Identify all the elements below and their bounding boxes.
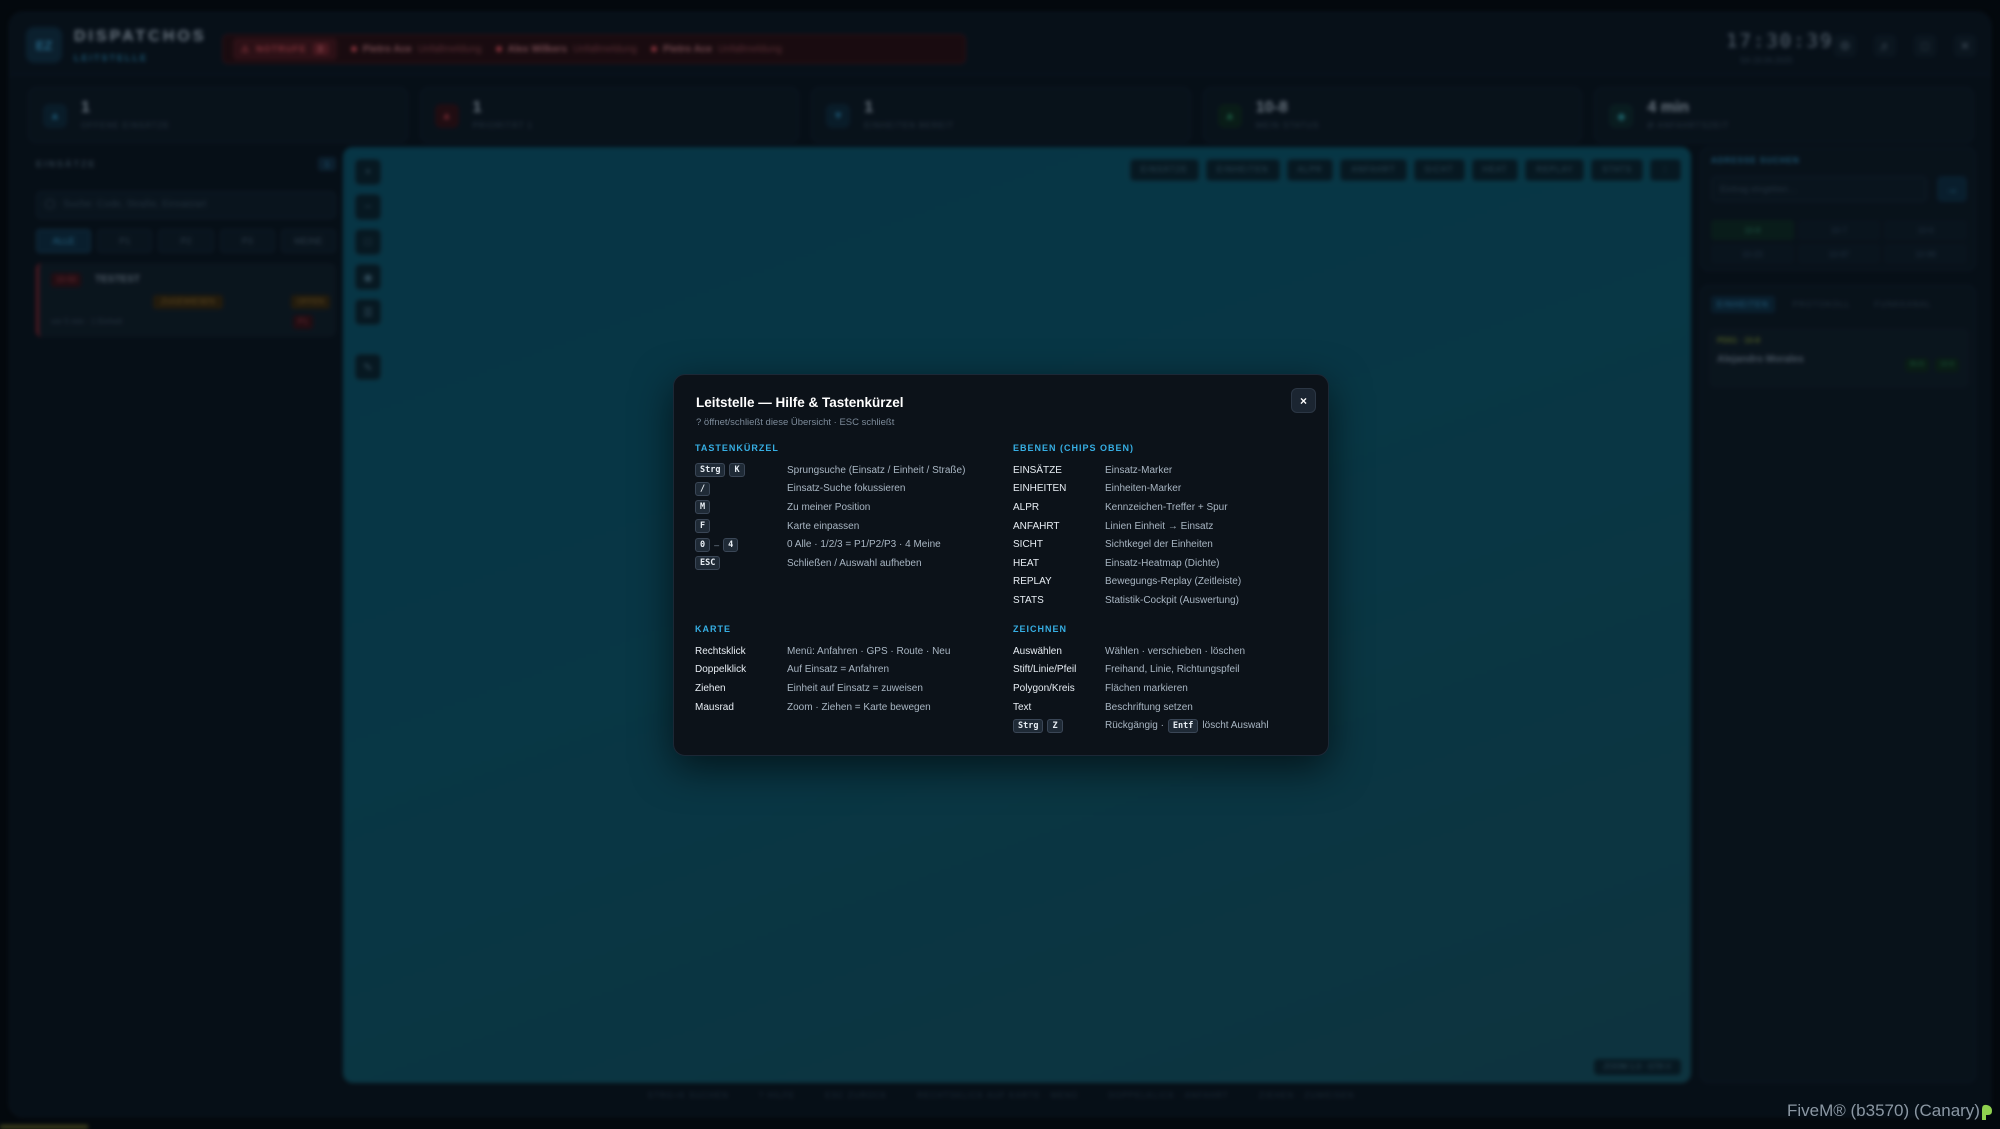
key-cap: K — [729, 463, 745, 478]
map-action-row: Mausrad Zoom · Ziehen = Karte bewegen — [695, 698, 995, 717]
drawing-section: ZEICHNEN Auswählen Wählen · verschieben ·… — [1013, 624, 1313, 735]
modal-subtitle: ? öffnet/schließt diese Übersicht · ESC … — [696, 417, 895, 428]
tool-desc: Freihand, Linie, Richtungspfeil — [1105, 664, 1240, 676]
key-cap: 4 — [723, 537, 739, 552]
layer-row: HEAT Einsatz-Heatmap (Dichte) — [1013, 554, 1313, 573]
key-cap: / — [695, 481, 711, 496]
tool-name: Text — [1013, 701, 1032, 713]
layer-row: EINSÄTZE Einsatz-Marker — [1013, 461, 1313, 480]
shortcut-row: Strg K Sprungsuche (Einsatz / Einheit / S… — [695, 461, 995, 480]
drawing-row: Stift/Linie/Pfeil Freihand, Linie, Richtu… — [1013, 661, 1313, 680]
delete-desc: löscht Auswahl — [1202, 720, 1269, 732]
layer-name: EINSÄTZE — [1013, 464, 1062, 476]
tool-desc: Beschriftung setzen — [1105, 701, 1193, 713]
drawing-row: Text Beschriftung setzen — [1013, 698, 1313, 717]
layer-row: EINHEITEN Einheiten-Marker — [1013, 480, 1313, 499]
shortcut-desc: Sprungsuche (Einsatz / Einheit / Straße) — [787, 464, 966, 476]
shortcut-desc: Schließen / Auswahl aufheben — [787, 557, 922, 569]
shortcut-desc: Zu meiner Position — [787, 501, 871, 513]
drawing-row: Auswählen Wählen · verschieben · löschen — [1013, 642, 1313, 661]
action-name: Ziehen — [695, 682, 726, 694]
layer-desc: Statistik-Cockpit (Auswertung) — [1105, 594, 1239, 606]
layer-desc: Einsatz-Marker — [1105, 464, 1173, 476]
key-cap: Strg — [1013, 718, 1044, 733]
key-cap: F — [695, 519, 711, 534]
layer-name: ALPR — [1013, 501, 1040, 513]
key-cap: ESC — [695, 556, 721, 571]
layer-desc: Kennzeichen-Treffer + Spur — [1105, 501, 1228, 513]
layer-row: REPLAY Bewegungs-Replay (Zeitleiste) — [1013, 573, 1313, 592]
key-cap: 0 — [695, 537, 711, 552]
layer-desc: Einheiten-Marker — [1105, 483, 1182, 495]
key-cap: Strg — [695, 463, 726, 478]
layer-row: SICHT Sichtkegel der Einheiten — [1013, 535, 1313, 554]
layer-row: ANFAHRT Linien Einheit → Einsatz — [1013, 517, 1313, 536]
fivem-version-label: FiveM® (b3570) (Canary) — [1787, 1101, 1980, 1120]
layer-name: REPLAY — [1013, 576, 1052, 588]
layer-desc: Einsatz-Heatmap (Dichte) — [1105, 557, 1220, 569]
section-heading: TASTENKÜRZEL — [695, 443, 779, 453]
key-cap: Entf — [1167, 718, 1199, 733]
layer-name: EINHEITEN — [1013, 483, 1067, 495]
tool-desc: Wählen · verschieben · löschen — [1105, 645, 1246, 657]
shortcut-row: / Einsatz-Suche fokussieren — [695, 480, 995, 499]
action-desc: Auf Einsatz = Anfahren — [787, 664, 890, 676]
shortcut-row: F Karte einpassen — [695, 517, 995, 536]
shortcut-desc: Karte einpassen — [787, 520, 860, 532]
shortcut-row: ESC Schließen / Auswahl aufheben — [695, 554, 995, 573]
map-action-row: Ziehen Einheit auf Einsatz = zuweisen — [695, 679, 995, 698]
fivem-logo-icon — [1982, 1104, 1992, 1120]
shortcut-row: 0–4 0 Alle · 1/2/3 = P1/P2/P3 · 4 Meine — [695, 535, 995, 554]
shortcut-desc: 0 Alle · 1/2/3 = P1/P2/P3 · 4 Meine — [787, 539, 941, 551]
layer-name: SICHT — [1013, 539, 1043, 551]
layer-desc: Bewegungs-Replay (Zeitleiste) — [1105, 576, 1242, 588]
action-desc: Einheit auf Einsatz = zuweisen — [787, 682, 923, 694]
key-separator: – — [714, 539, 720, 550]
tool-desc: Flächen markieren — [1105, 682, 1188, 694]
help-modal: Leitstelle — Hilfe & Tastenkürzel ? öffn… — [673, 374, 1329, 756]
layer-name: ANFAHRT — [1013, 520, 1060, 532]
drawing-row: Polygon/Kreis Flächen markieren — [1013, 679, 1313, 698]
layers-section: EBENEN (CHIPS OBEN) EINSÄTZE Einsatz-Mark… — [1013, 443, 1313, 610]
layer-desc: Sichtkegel der Einheiten — [1105, 539, 1213, 551]
map-action-row: Rechtsklick Menü: Anfahren · GPS · Route … — [695, 642, 995, 661]
shortcut-desc: Einsatz-Suche fokussieren — [787, 483, 906, 495]
shortcut-row: M Zu meiner Position — [695, 498, 995, 517]
section-heading: KARTE — [695, 624, 731, 634]
drawing-row: Strg Z Rückgängig · Entf löscht Auswahl — [1013, 716, 1313, 735]
map-section: KARTE Rechtsklick Menü: Anfahren · GPS · … — [695, 624, 995, 716]
close-button[interactable]: × — [1291, 388, 1316, 413]
layer-name: HEAT — [1013, 557, 1039, 569]
key-cap: Z — [1047, 718, 1063, 733]
section-heading: ZEICHNEN — [1013, 624, 1068, 634]
layer-name: STATS — [1013, 594, 1044, 606]
tool-name: Stift/Linie/Pfeil — [1013, 664, 1077, 676]
key-cap: M — [695, 500, 711, 515]
layer-row: ALPR Kennzeichen-Treffer + Spur — [1013, 498, 1313, 517]
section-heading: EBENEN (CHIPS OBEN) — [1013, 443, 1135, 453]
action-name: Rechtsklick — [695, 645, 746, 657]
tool-name: Polygon/Kreis — [1013, 682, 1075, 694]
action-name: Doppelklick — [695, 664, 747, 676]
undo-desc: Rückgängig · — [1105, 720, 1164, 732]
modal-title: Leitstelle — Hilfe & Tastenkürzel — [696, 395, 904, 410]
layer-row: STATS Statistik-Cockpit (Auswertung) — [1013, 591, 1313, 610]
shortcuts-section: TASTENKÜRZEL Strg K Sprungsuche (Einsatz … — [695, 443, 995, 573]
action-name: Mausrad — [695, 701, 734, 713]
action-desc: Zoom · Ziehen = Karte bewegen — [787, 701, 931, 713]
tool-name: Auswählen — [1013, 645, 1062, 657]
map-action-row: Doppelklick Auf Einsatz = Anfahren — [695, 661, 995, 680]
action-desc: Menü: Anfahren · GPS · Route · Neu — [787, 645, 951, 657]
layer-desc: Linien Einheit → Einsatz — [1105, 520, 1214, 532]
